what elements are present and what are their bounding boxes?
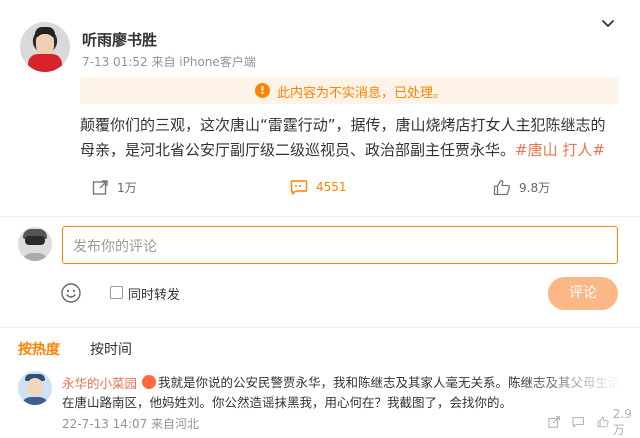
comment-actions: 2.9万 <box>548 407 640 437</box>
divider <box>0 216 640 217</box>
commenter-name[interactable]: 永华的小菜园 <box>62 373 137 392</box>
notice-text: 此内容为不实消息，已处理。 <box>277 86 447 101</box>
emoji-icon[interactable] <box>60 282 82 304</box>
repost-button[interactable]: 1万 <box>92 176 137 198</box>
reply-icon[interactable] <box>572 415 585 429</box>
submit-comment-button[interactable]: 评论 <box>548 277 618 310</box>
misinformation-notice: ! 此内容为不实消息，已处理。 <box>80 77 618 104</box>
like-count: 9.8万 <box>519 180 551 195</box>
hashtag-link[interactable]: #唐山 打人# <box>515 141 605 159</box>
author-name[interactable]: 听雨廖书胜 <box>82 29 157 50</box>
tab-sort-time[interactable]: 按时间 <box>90 339 132 359</box>
thumbs-up-icon <box>493 179 511 195</box>
avatar-glasses <box>25 236 45 245</box>
post-text: 颠覆你们的三观，这次唐山“雷霆行动”，据传，唐山烧烤店打女人主犯陈继志的母亲，是… <box>80 113 620 163</box>
comment-like-count: 2.9万 <box>612 406 632 437</box>
avatar-face <box>36 34 54 54</box>
tab-sort-hot[interactable]: 按热度 <box>18 339 60 359</box>
comment-count: 4551 <box>316 180 347 194</box>
comment-input[interactable]: 发布你的评论 <box>62 226 618 264</box>
verified-badge-icon <box>142 375 156 389</box>
warning-icon: ! <box>255 83 270 98</box>
avatar-face <box>27 378 43 396</box>
comment-meta: 22-7-13 14:07 来自河北 <box>62 417 200 431</box>
post-meta: 7-13 01:52 来自 iPhone客户端 <box>82 55 256 69</box>
current-user-avatar <box>18 227 52 261</box>
avatar-shirt <box>28 54 62 72</box>
comment-icon <box>290 179 308 195</box>
text-fade-overlay <box>520 370 640 394</box>
avatar-body <box>22 253 48 261</box>
share-icon[interactable] <box>548 415 560 429</box>
thumbs-up-icon[interactable] <box>597 415 609 429</box>
divider <box>0 327 640 328</box>
repost-count: 1万 <box>117 180 137 195</box>
like-button[interactable]: 9.8万 <box>493 176 550 198</box>
repost-checkbox-label[interactable]: 同时转发 <box>128 284 180 303</box>
comment-button[interactable]: 4551 <box>290 176 347 198</box>
chevron-down-icon[interactable] <box>601 17 615 31</box>
repost-checkbox[interactable] <box>110 286 123 299</box>
commenter-avatar[interactable] <box>18 371 52 405</box>
author-avatar[interactable] <box>20 22 70 72</box>
repost-icon <box>92 179 108 195</box>
avatar-uniform <box>21 397 49 405</box>
